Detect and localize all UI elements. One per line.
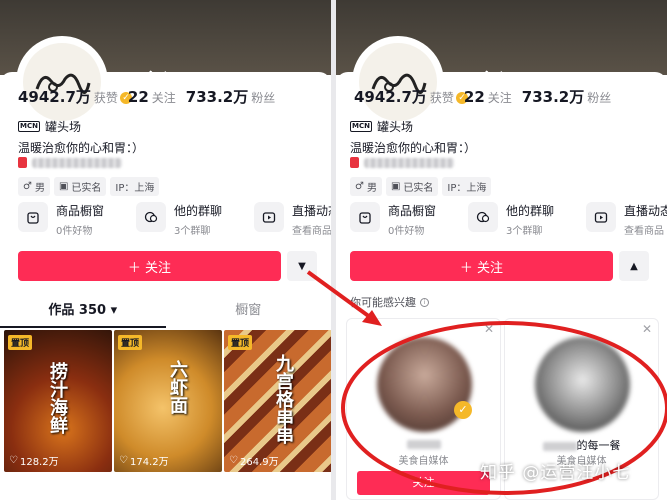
stat-followers[interactable]: 733.2万 粉丝 [522,86,611,107]
follow-button[interactable]: ＋ 关注 [350,251,613,281]
chevron-down-icon: ▼ [298,260,306,272]
bio-text: 温暖治愈你的心和胃：） [350,141,477,155]
entry-live[interactable]: 直播动态查看商品 [254,202,331,237]
stats-row: 4942.7万 获赞 22 关注 733.2万 粉丝 [18,86,275,107]
profile-panel-left: 日食记 ✓ 美食自媒体 4942.7万 获赞 22 关注 733.2万 粉丝 MCN 罐头… [0,0,331,500]
tag-ip: IP：上海 [110,177,160,196]
suggestion-role: 美食自媒体 [398,456,449,467]
mcn-icon: MCN [350,121,372,132]
like-count: ♡ 264.9万 [229,455,279,468]
chevron-up-icon: ▲ [630,260,638,272]
tag-gender: ♂ 男 [18,177,50,196]
stat-followers[interactable]: 733.2万 粉丝 [186,86,275,107]
follow-button[interactable]: ＋ 关注 [18,251,281,281]
pinned-badge: 置顶 [118,335,143,350]
info-icon[interactable]: i [420,297,429,307]
watermark: 知乎 @运营汪小七 [480,463,631,483]
entry-group-chat[interactable]: 他的群聊 3个群聊 [468,202,568,237]
tab-works[interactable]: 作品 350 ▾ [0,298,166,328]
close-icon[interactable]: ✕ [484,322,494,336]
video-title: 九宫格串串 [273,354,294,444]
blurred-contact-row [350,157,454,168]
tag-row: ♂ 男 ▣ 已实名 IP：上海 [18,177,160,196]
entry-row: 商品橱窗0件好物 他的群聊3个群聊 直播动态查看商品 [350,202,667,237]
tag-row: ♂ 男 ▣ 已实名 IP：上海 [350,177,492,196]
suggestion-follow-button[interactable]: 关注 [357,471,490,495]
bio-text: 温暖治愈你的心和胃：） [18,141,145,155]
suggestion-card[interactable]: ✕ ✓ 美食自媒体 关注 [346,318,501,500]
stat-likes[interactable]: 4942.7万 获赞 [18,86,118,107]
male-icon: ♂ [23,181,32,192]
id-card-icon: ▣ [390,181,401,192]
tab-showcase[interactable]: 橱窗 [166,298,332,328]
tag-ip: IP：上海 [442,177,492,196]
content-tabs: 作品 350 ▾ 橱窗 [0,298,331,328]
like-count: ♡ 128.2万 [9,455,59,468]
entry-live[interactable]: 直播动态查看商品 [586,202,667,237]
video-grid: 置顶 捞汁海鲜 ♡ 128.2万 置顶 六虾面 ♡ 174.2万 置顶 九宫格串串 ♡ 264.9… [4,330,331,472]
group-chat-icon [468,202,498,232]
suggestions-header: 你可能感兴趣 i [350,294,429,310]
id-card-icon: ▣ [58,181,69,192]
like-count: ♡ 174.2万 [119,455,169,468]
mcn-row[interactable]: MCN 罐头场 [18,118,81,135]
blurred-text [364,157,454,168]
entry-group-chat[interactable]: 他的群聊 3个群聊 [136,202,236,237]
live-tv-icon [254,202,284,232]
video-title: 捞汁海鲜 [47,362,68,434]
logo-icon [359,43,437,121]
shop-bag-icon [350,202,380,232]
shop-bag-icon [18,202,48,232]
video-tile[interactable]: 置顶六虾面 ♡ 174.2万 [114,330,222,472]
profile-panel-right: 日食记 ✓ 美食自媒体 4942.7万 获赞 22 关注 733.2万 粉丝 MCN 罐头… [336,0,667,500]
stats-row: 4942.7万 获赞 22 关注 733.2万 粉丝 [354,86,611,107]
entry-row: 商品橱窗0件好物 他的群聊3个群聊 直播动态查看商品 [18,202,331,237]
entry-shop-window[interactable]: 商品橱窗 0件好物 [350,202,450,237]
stat-following[interactable]: 22 关注 [464,88,512,106]
mcn-icon: MCN [18,121,40,132]
collapse-suggestions-button[interactable]: ▲ [619,251,649,281]
mcn-name: 罐头场 [44,120,81,134]
tag-gender: ♂ 男 [350,177,382,196]
stat-likes[interactable]: 4942.7万 获赞 [354,86,454,107]
pinned-badge: 置顶 [228,335,253,350]
entry-shop-window[interactable]: 商品橱窗 0件好物 [18,202,118,237]
group-chat-icon [136,202,166,232]
video-tile[interactable]: 置顶 捞汁海鲜 ♡ 128.2万 [4,330,112,472]
avatar[interactable] [352,36,444,128]
video-tile[interactable]: 置顶九宫格串串 ♡ 264.9万 [224,330,331,472]
blurred-text [542,441,577,451]
blurred-text [32,157,122,168]
mcn-name: 罐头场 [376,120,413,134]
blurred-contact-row [18,157,122,168]
mcn-row[interactable]: MCN 罐头场 [350,118,413,135]
avatar[interactable] [16,36,108,128]
suggestion-name [347,437,500,450]
tag-verified: ▣ 已实名 [53,177,107,196]
tag-verified: ▣ 已实名 [385,177,439,196]
stat-following[interactable]: 22 关注 [128,88,176,106]
heart-icon: ♡ [9,455,18,466]
video-title: 六虾面 [167,360,188,414]
live-tv-icon [586,202,616,232]
red-book-icon [18,157,27,168]
red-book-icon [350,157,359,168]
suggestion-name: 的每一餐 [505,437,658,453]
blurred-text [406,439,441,449]
comparison-screenshot: 日食记 ✓ 美食自媒体 4942.7万 获赞 22 关注 733.2万 粉丝 MCN 罐头… [0,0,667,500]
pinned-badge: 置顶 [8,335,33,350]
suggestion-avatar [535,337,630,432]
heart-icon: ♡ [229,455,238,466]
heart-icon: ♡ [119,455,128,466]
male-icon: ♂ [355,181,364,192]
verified-icon: ✓ [454,401,472,419]
close-icon[interactable]: ✕ [642,322,652,336]
expand-suggestions-button[interactable]: ▼ [287,251,317,281]
logo-icon [23,43,101,121]
